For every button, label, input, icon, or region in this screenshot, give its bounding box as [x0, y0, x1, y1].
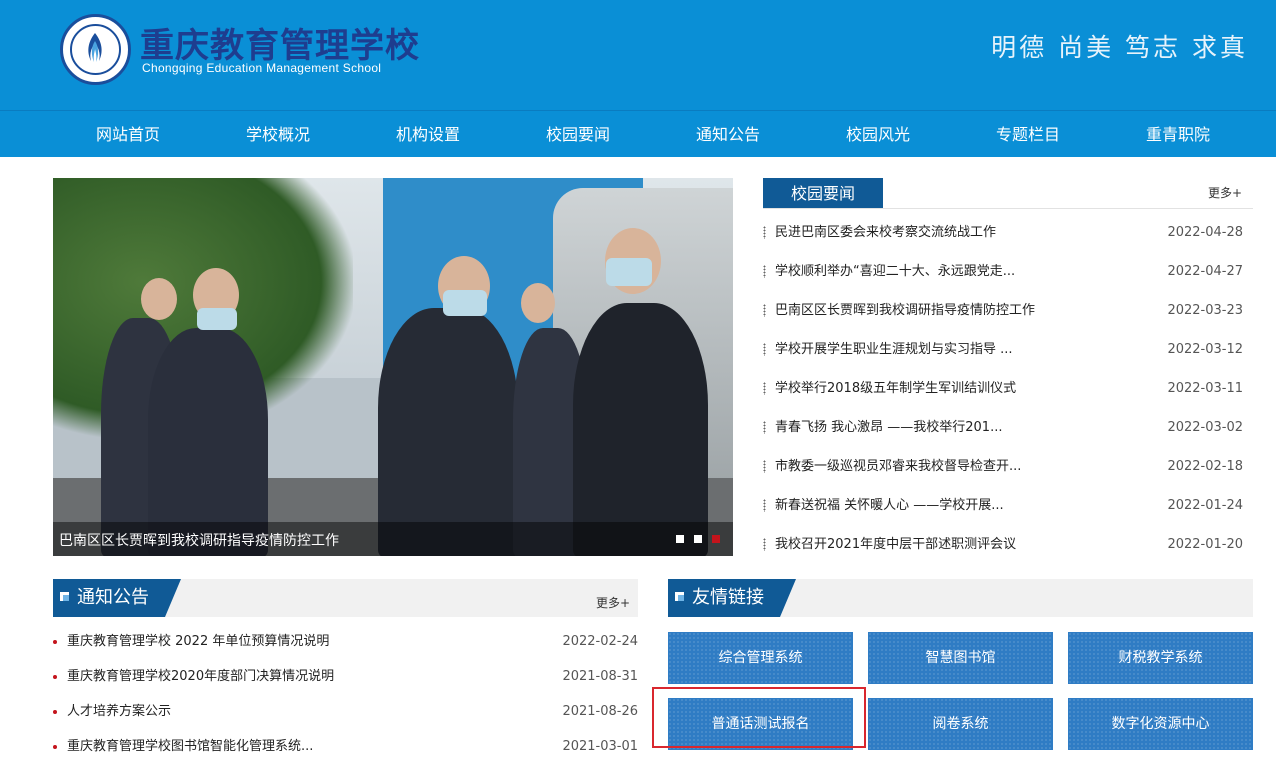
- link-finance-teaching-system[interactable]: 财税教学系统: [1068, 632, 1253, 684]
- dotted-bullet-icon: [763, 499, 766, 512]
- nav-item-special-topics[interactable]: 专题栏目: [953, 111, 1103, 158]
- dotted-bullet-icon: [763, 460, 766, 473]
- news-list-item[interactable]: 巴南区区长贾晖到我校调研指导疫情防控工作 2022-03-23: [763, 291, 1243, 330]
- notice-date: 2022-02-24: [562, 634, 638, 649]
- news-date: 2022-03-02: [1167, 420, 1243, 435]
- notice-list-item[interactable]: 重庆教育管理学校图书馆智能化管理系统... 2021-03-01: [53, 729, 638, 764]
- news-title[interactable]: 学校举行2018级五年制学生军训结训仪式: [775, 369, 1016, 408]
- link-grading-system[interactable]: 阅卷系统: [868, 698, 1053, 750]
- campus-news-more-link[interactable]: 更多+: [1208, 184, 1242, 201]
- news-title[interactable]: 学校开展学生职业生涯规划与实习指导 ...: [775, 330, 1013, 369]
- bullet-dot-icon: [53, 710, 57, 714]
- links-heading[interactable]: 友情链接: [668, 579, 796, 617]
- news-date: 2022-03-11: [1167, 381, 1243, 396]
- nav-item-notices[interactable]: 通知公告: [653, 111, 803, 158]
- news-title[interactable]: 巴南区区长贾晖到我校调研指导疫情防控工作: [775, 291, 1035, 330]
- news-list-item[interactable]: 市教委一级巡视员邓睿来我校督导检查开... 2022-02-18: [763, 447, 1243, 486]
- notices-heading[interactable]: 通知公告: [53, 579, 181, 617]
- notice-list-item[interactable]: 重庆教育管理学校 2022 年单位预算情况说明 2022-02-24: [53, 624, 638, 659]
- dotted-bullet-icon: [763, 265, 766, 278]
- square-icon: [675, 592, 684, 601]
- divider: [763, 208, 1253, 209]
- slider-dot-active[interactable]: [712, 535, 720, 543]
- news-date: 2022-02-18: [1167, 459, 1243, 474]
- news-title[interactable]: 青春飞扬 我心激昂 ——我校举行201...: [775, 408, 1002, 447]
- news-title[interactable]: 新春送祝福 关怀暖人心 ——学校开展...: [775, 486, 1004, 525]
- bullet-dot-icon: [53, 640, 57, 644]
- notice-date: 2021-08-31: [562, 669, 638, 684]
- notice-title[interactable]: 重庆教育管理学校2020年度部门决算情况说明: [67, 659, 334, 694]
- header: 重庆教育管理学校 Chongqing Education Management …: [0, 0, 1276, 110]
- main-nav: 网站首页 学校概况 机构设置 校园要闻 通知公告 校园风光 专题栏目 重青职院: [0, 110, 1276, 157]
- news-list-item[interactable]: 学校顺利举办“喜迎二十大、永远跟党走... 2022-04-27: [763, 252, 1243, 291]
- notice-date: 2021-03-01: [562, 739, 638, 754]
- news-title[interactable]: 民进巴南区委会来校考察交流统战工作: [775, 213, 996, 252]
- dotted-bullet-icon: [763, 304, 766, 317]
- school-name-cn: 重庆教育管理学校: [140, 26, 420, 66]
- news-date: 2022-01-20: [1167, 537, 1243, 552]
- school-logo-icon[interactable]: [60, 14, 131, 85]
- nav-item-campus-news[interactable]: 校园要闻: [503, 111, 653, 158]
- notice-title[interactable]: 重庆教育管理学校图书馆智能化管理系统...: [67, 729, 313, 764]
- news-date: 2022-03-12: [1167, 342, 1243, 357]
- nav-item-organization[interactable]: 机构设置: [353, 111, 503, 158]
- square-icon: [60, 592, 69, 601]
- link-smart-library[interactable]: 智慧图书馆: [868, 632, 1053, 684]
- link-digital-resource-center[interactable]: 数字化资源中心: [1068, 698, 1253, 750]
- school-name-en: Chongqing Education Management School: [142, 61, 382, 75]
- link-mandarin-test-registration[interactable]: 普通话测试报名: [668, 698, 853, 750]
- news-title[interactable]: 市教委一级巡视员邓睿来我校督导检查开...: [775, 447, 1021, 486]
- school-motto: 明德 尚美 笃志 求真: [991, 33, 1248, 62]
- notices-more-link[interactable]: 更多+: [596, 594, 630, 611]
- news-date: 2022-04-28: [1167, 225, 1243, 240]
- news-date: 2022-04-27: [1167, 264, 1243, 279]
- photo-slider[interactable]: 巴南区区长贾晖到我校调研指导疫情防控工作: [53, 178, 733, 556]
- dotted-bullet-icon: [763, 226, 766, 239]
- nav-item-chongqing-youth-college[interactable]: 重青职院: [1103, 111, 1253, 158]
- dotted-bullet-icon: [763, 538, 766, 551]
- photo-person: [573, 303, 708, 556]
- dotted-bullet-icon: [763, 382, 766, 395]
- news-list-item[interactable]: 学校举行2018级五年制学生军训结训仪式 2022-03-11: [763, 369, 1243, 408]
- bullet-dot-icon: [53, 745, 57, 749]
- links-panel-header: 友情链接: [668, 579, 1253, 617]
- news-list-item[interactable]: 新春送祝福 关怀暖人心 ——学校开展... 2022-01-24: [763, 486, 1243, 525]
- notice-date: 2021-08-26: [562, 704, 638, 719]
- news-list-item[interactable]: 民进巴南区委会来校考察交流统战工作 2022-04-28: [763, 213, 1243, 252]
- news-date: 2022-03-23: [1167, 303, 1243, 318]
- news-date: 2022-01-24: [1167, 498, 1243, 513]
- link-integrated-management-system[interactable]: 综合管理系统: [668, 632, 853, 684]
- photo-person: [378, 308, 518, 556]
- nav-item-campus-scenery[interactable]: 校园风光: [803, 111, 953, 158]
- nav-item-home[interactable]: 网站首页: [53, 111, 203, 158]
- notices-list: 重庆教育管理学校 2022 年单位预算情况说明 2022-02-24 重庆教育管理学…: [53, 624, 638, 764]
- nav-item-overview[interactable]: 学校概况: [203, 111, 353, 158]
- notice-list-item[interactable]: 重庆教育管理学校2020年度部门决算情况说明 2021-08-31: [53, 659, 638, 694]
- news-list-item[interactable]: 青春飞扬 我心激昂 ——我校举行201... 2022-03-02: [763, 408, 1243, 447]
- campus-news-list: 民进巴南区委会来校考察交流统战工作 2022-04-28 学校顺利举办“喜迎二十大、…: [763, 213, 1243, 564]
- news-list-item[interactable]: 学校开展学生职业生涯规划与实习指导 ... 2022-03-12: [763, 330, 1243, 369]
- news-title[interactable]: 我校召开2021年度中层干部述职测评会议: [775, 525, 1016, 564]
- notice-title[interactable]: 人才培养方案公示: [67, 694, 171, 729]
- news-list-item[interactable]: 我校召开2021年度中层干部述职测评会议 2022-01-20: [763, 525, 1243, 564]
- notices-panel-header: 通知公告 更多+: [53, 579, 638, 617]
- dotted-bullet-icon: [763, 343, 766, 356]
- dotted-bullet-icon: [763, 421, 766, 434]
- bullet-dot-icon: [53, 675, 57, 679]
- notice-title[interactable]: 重庆教育管理学校 2022 年单位预算情况说明: [67, 624, 329, 659]
- news-title[interactable]: 学校顺利举办“喜迎二十大、永远跟党走...: [775, 252, 1015, 291]
- slider-dot[interactable]: [676, 535, 684, 543]
- slider-caption[interactable]: 巴南区区长贾晖到我校调研指导疫情防控工作: [59, 530, 339, 550]
- slider-dot[interactable]: [694, 535, 702, 543]
- campus-news-heading[interactable]: 校园要闻: [763, 178, 883, 209]
- notice-list-item[interactable]: 人才培养方案公示 2021-08-26: [53, 694, 638, 729]
